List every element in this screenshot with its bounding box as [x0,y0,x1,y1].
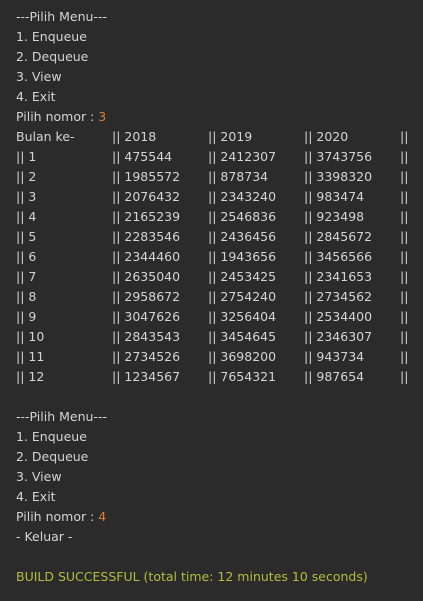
table-cell: || 10 [16,329,45,344]
table-cell: || 923498 [304,209,365,224]
table-cell: || 2165239 [112,209,181,224]
table-row: || 2 || 1985572 || 878734 || 3398320 || [0,167,423,187]
table-row: || 6 || 2344460 || 1943656 || 3456566 || [0,247,423,267]
build-status: BUILD SUCCESSFUL (total time: 12 minutes… [16,569,368,584]
menu-item-dequeue: 2. Dequeue [16,449,89,464]
prompt-input-value: 4 [98,509,107,524]
table-cell: || 12 [16,369,45,384]
table-cell: || 1234567 [112,369,181,384]
table-cell: || 3698200 [208,349,277,364]
menu-item-exit: 4. Exit [16,489,56,504]
table-cell: || [400,249,409,264]
table-cell: || 3256404 [208,309,277,324]
table-cell: || 2283546 [112,229,181,244]
table-cell: || [400,149,409,164]
table-cell: || 983474 [304,189,365,204]
prompt-line: Pilih nomor : 4 [16,507,106,527]
menu-item-enqueue: 1. Enqueue [16,429,87,444]
menu-item-enqueue: 1. Enqueue [16,29,87,44]
table-cell: || 2436456 [208,229,277,244]
table-cell: || [400,369,409,384]
table-cell: || 7654321 [208,369,277,384]
exit-message: - Keluar - [16,529,73,544]
prompt-label: Pilih nomor : [16,509,99,524]
table-header-cell: || 2018 [112,129,157,144]
prompt-label: Pilih nomor : [16,109,99,124]
table-cell: || 878734 [208,169,269,184]
table-cell: || 3743756 [304,149,373,164]
table-cell: || 11 [16,349,45,364]
table-cell: || 1943656 [208,249,277,264]
table-cell: || 1985572 [112,169,181,184]
menu-title: ---Pilih Menu--- [16,409,107,424]
table-cell: || 2344460 [112,249,181,264]
table-cell: || 2546836 [208,209,277,224]
table-cell: || 5 [16,229,37,244]
table-header-cell: Bulan ke- [16,129,75,144]
menu-item-view: 3. View [16,69,62,84]
table-cell: || 1 [16,149,37,164]
prompt-line: Pilih nomor : 3 [16,107,106,127]
table-row: || 7 || 2635040 || 2453425 || 2341653 || [0,267,423,287]
table-header-cell: || [400,129,409,144]
table-cell: || [400,309,409,324]
table-row: || 1 || 475544 || 2412307 || 3743756 || [0,147,423,167]
table-cell: || 2341653 [304,269,373,284]
menu-item-exit: 4. Exit [16,89,56,104]
table-cell: || 3047626 [112,309,181,324]
table-cell: || 2343240 [208,189,277,204]
table-cell: || 2346307 [304,329,373,344]
table-cell: || 4 [16,209,37,224]
table-cell: || 2958672 [112,289,181,304]
table-cell: || 8 [16,289,37,304]
table-row: || 11 || 2734526 || 3698200 || 943734 || [0,347,423,367]
table-cell: || [400,349,409,364]
table-cell: || 6 [16,249,37,264]
menu-title: ---Pilih Menu--- [16,9,107,24]
table-cell: || 2453425 [208,269,277,284]
table-cell: || 987654 [304,369,365,384]
table-cell: || 7 [16,269,37,284]
table-row: || 8 || 2958672 || 2754240 || 2734562 || [0,287,423,307]
table-cell: || 475544 [112,149,173,164]
table-cell: || 3 [16,189,37,204]
table-cell: || 9 [16,309,37,324]
table-cell: || 2534400 [304,309,373,324]
table-cell: || 3456566 [304,249,373,264]
table-row: || 5 || 2283546 || 2436456 || 2845672 || [0,227,423,247]
table-header-row: Bulan ke- || 2018 || 2019 || 2020 || [0,127,423,147]
prompt-input-value: 3 [98,109,107,124]
table-cell: || [400,169,409,184]
table-cell: || 2734562 [304,289,373,304]
table-cell: || [400,289,409,304]
table-cell: || 2845672 [304,229,373,244]
table-cell: || [400,209,409,224]
output-console[interactable]: ---Pilih Menu--- 1. Enqueue 2. Dequeue 3… [0,0,423,601]
table-cell: || 943734 [304,349,365,364]
table-header-cell: || 2020 [304,129,349,144]
table-cell: || 3398320 [304,169,373,184]
menu-item-view: 3. View [16,469,62,484]
table-row: || 10 || 2843543 || 3454645 || 2346307 || [0,327,423,347]
table-row: || 12 || 1234567 || 7654321 || 987654 || [0,367,423,387]
table-cell: || [400,269,409,284]
table-row: || 4 || 2165239 || 2546836 || 923498 || [0,207,423,227]
table-cell: || 2 [16,169,37,184]
table-header-cell: || 2019 [208,129,253,144]
table-cell: || [400,229,409,244]
table-row: || 3 || 2076432 || 2343240 || 983474 || [0,187,423,207]
table-cell: || [400,329,409,344]
table-cell: || 3454645 [208,329,277,344]
table-cell: || 2635040 [112,269,181,284]
table-cell: || 2754240 [208,289,277,304]
table-row: || 9 || 3047626 || 3256404 || 2534400 || [0,307,423,327]
table-cell: || 2734526 [112,349,181,364]
table-cell: || 2412307 [208,149,277,164]
table-cell: || 2076432 [112,189,181,204]
menu-item-dequeue: 2. Dequeue [16,49,89,64]
table-cell: || 2843543 [112,329,181,344]
table-cell: || [400,189,409,204]
